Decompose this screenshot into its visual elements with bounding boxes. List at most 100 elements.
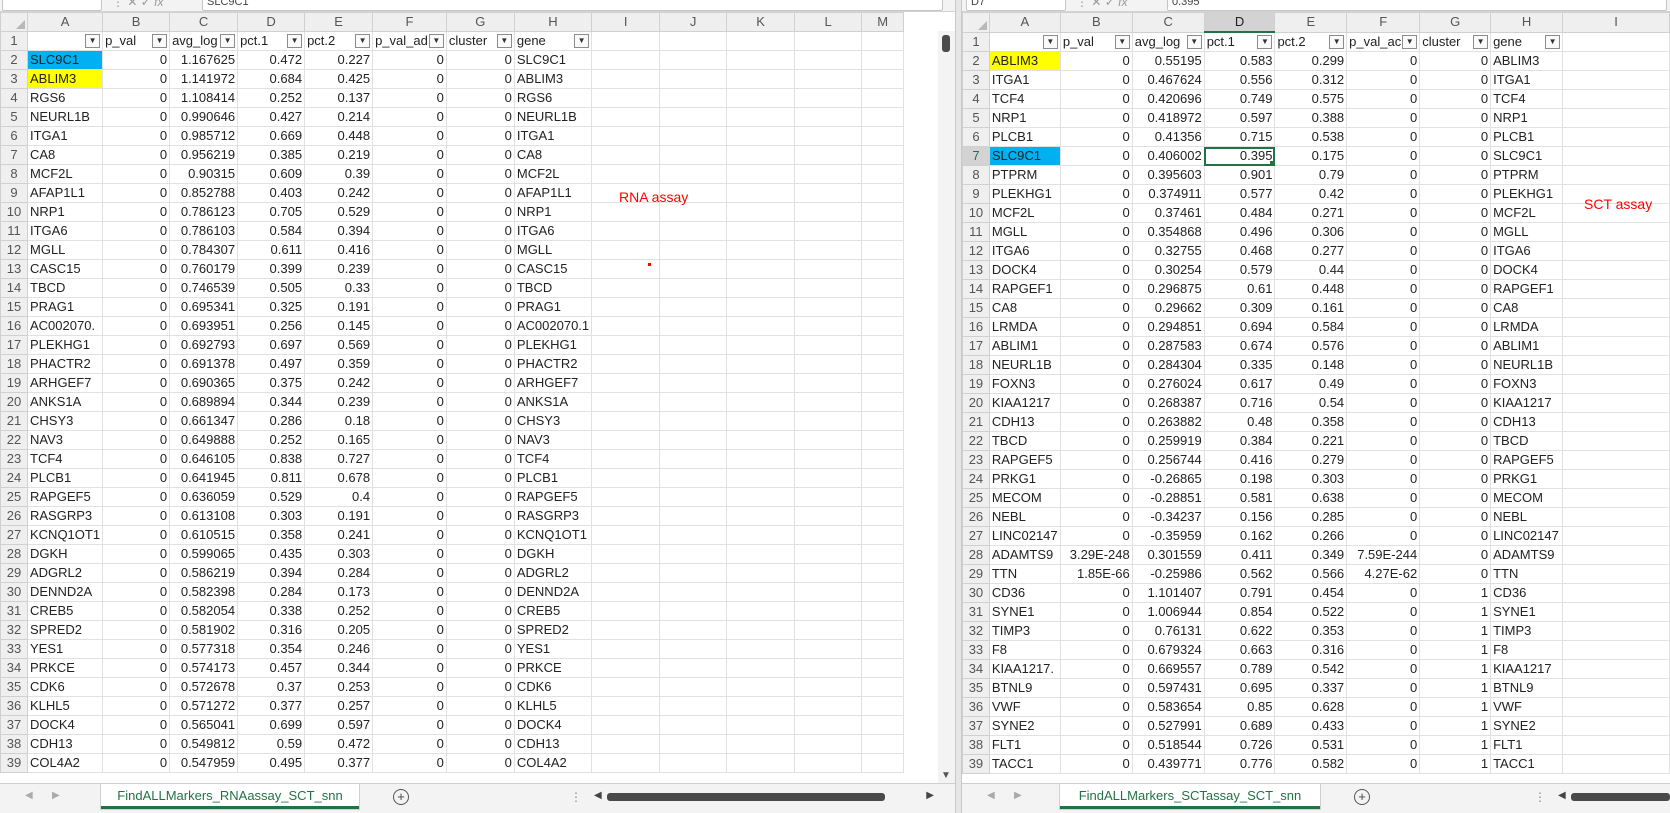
cell[interactable]: 1 [1419,678,1492,698]
row-header[interactable]: 22 [0,430,28,450]
empty-cell[interactable] [1562,127,1670,147]
cell[interactable]: 0 [102,202,171,222]
cell[interactable]: 0.287583 [1131,336,1205,356]
empty-cell[interactable] [861,69,905,89]
empty-cell[interactable] [726,297,796,317]
row-header[interactable]: 7 [0,145,28,165]
cell[interactable]: 0.776 [1203,754,1276,774]
column-header-j[interactable]: J [659,12,728,32]
cell[interactable]: 0.284 [304,563,374,583]
empty-cell[interactable] [659,715,728,735]
row-header[interactable]: 15 [962,298,990,318]
cell[interactable]: KCNQ1OT1 [513,525,593,545]
cell[interactable]: 0 [1059,355,1133,375]
empty-cell[interactable] [591,620,661,640]
cell[interactable]: 0.338 [237,601,306,621]
cell[interactable]: 0 [1419,412,1492,432]
cell[interactable]: 0 [1419,241,1492,261]
cell[interactable]: 0.59 [237,734,306,754]
cell[interactable]: 0.403 [237,183,306,203]
empty-cell[interactable] [659,639,728,659]
cell[interactable]: 0 [1059,507,1133,527]
empty-cell[interactable] [1562,621,1670,641]
empty-cell[interactable] [591,164,661,184]
cell[interactable]: 0 [1059,469,1133,489]
cell[interactable]: 0.467624 [1131,70,1205,90]
cell[interactable]: AC002070.1 [513,316,593,336]
cell[interactable]: CREB5 [513,601,593,621]
empty-cell[interactable] [591,449,661,469]
empty-cell[interactable] [1562,431,1670,451]
empty-cell[interactable] [659,354,728,374]
empty-cell[interactable] [861,240,905,260]
cell[interactable]: 0.18 [304,411,374,431]
formula-bar-controls-icon[interactable]: ⋮ ✕ ✓ fx [1076,0,1127,9]
empty-cell[interactable] [659,753,728,773]
cell[interactable]: 1.167625 [169,50,239,70]
cell[interactable]: 0.435 [237,544,306,564]
empty-cell[interactable] [659,734,728,754]
cell[interactable]: 0.582398 [169,582,239,602]
cell[interactable]: 0.242 [304,373,374,393]
cell[interactable]: 0.468 [1203,241,1276,261]
empty-cell[interactable] [591,392,661,412]
cell[interactable]: 0 [1346,222,1421,242]
tab-split-handle-icon[interactable]: ⋮ [570,790,582,804]
cell[interactable]: 0.786123 [169,202,239,222]
empty-cell[interactable] [726,202,796,222]
header-cell[interactable]: gene ▼ [1490,31,1564,52]
row-header[interactable]: 9 [0,183,28,203]
cell[interactable]: 0.581 [1203,488,1276,508]
cell[interactable]: 0.30254 [1131,260,1205,280]
cell[interactable]: 0 [372,677,447,697]
empty-cell[interactable] [726,50,796,70]
empty-cell[interactable] [659,658,728,678]
empty-cell[interactable] [861,734,905,754]
empty-cell[interactable] [1562,393,1670,413]
empty-cell[interactable] [794,145,863,165]
cell[interactable]: RASGRP3 [26,506,104,526]
empty-cell[interactable] [861,88,905,108]
empty-cell[interactable] [794,658,863,678]
cell[interactable]: TACC1 [988,754,1061,774]
cell[interactable]: 0 [102,639,171,659]
cell[interactable]: 0.586219 [169,563,239,583]
empty-cell[interactable] [794,563,863,583]
empty-cell[interactable] [861,183,905,203]
row-header[interactable]: 6 [962,127,990,147]
cell[interactable]: 0 [445,601,515,621]
empty-cell[interactable] [794,335,863,355]
empty-cell[interactable] [591,221,661,241]
empty-cell[interactable] [591,107,661,127]
empty-cell[interactable] [1562,659,1670,679]
empty-cell[interactable] [591,696,661,716]
cell[interactable]: 0.256 [237,316,306,336]
filter-dropdown-icon[interactable]: ▼ [428,34,444,48]
cell[interactable]: 0.527991 [1131,716,1205,736]
empty-cell[interactable] [794,677,863,697]
cell[interactable]: CREB5 [26,601,104,621]
cell[interactable]: 0.301559 [1131,545,1205,565]
row-header[interactable]: 10 [0,202,28,222]
row-header[interactable]: 15 [0,297,28,317]
cell[interactable]: 0 [1346,260,1421,280]
column-header-a[interactable]: A [26,12,104,32]
cell[interactable]: NEURL1B [1490,355,1564,375]
empty-cell[interactable] [794,449,863,469]
cell[interactable]: 0.76131 [1131,621,1205,641]
empty-cell[interactable] [659,50,728,70]
cell[interactable]: PHACTR2 [513,354,593,374]
cell[interactable]: 0 [1346,659,1421,679]
empty-cell[interactable] [659,525,728,545]
cell[interactable]: 0 [372,240,447,260]
cell[interactable]: 0 [1419,507,1492,527]
cell[interactable]: ABLIM3 [1490,51,1564,71]
empty-cell[interactable] [659,335,728,355]
empty-cell[interactable] [794,506,863,526]
row-header[interactable]: 24 [0,468,28,488]
empty-cell[interactable] [861,563,905,583]
cell[interactable]: PLCB1 [26,468,104,488]
cell[interactable]: 0.746539 [169,278,239,298]
cell[interactable]: 0.641945 [169,468,239,488]
cell[interactable]: 0 [372,753,447,773]
